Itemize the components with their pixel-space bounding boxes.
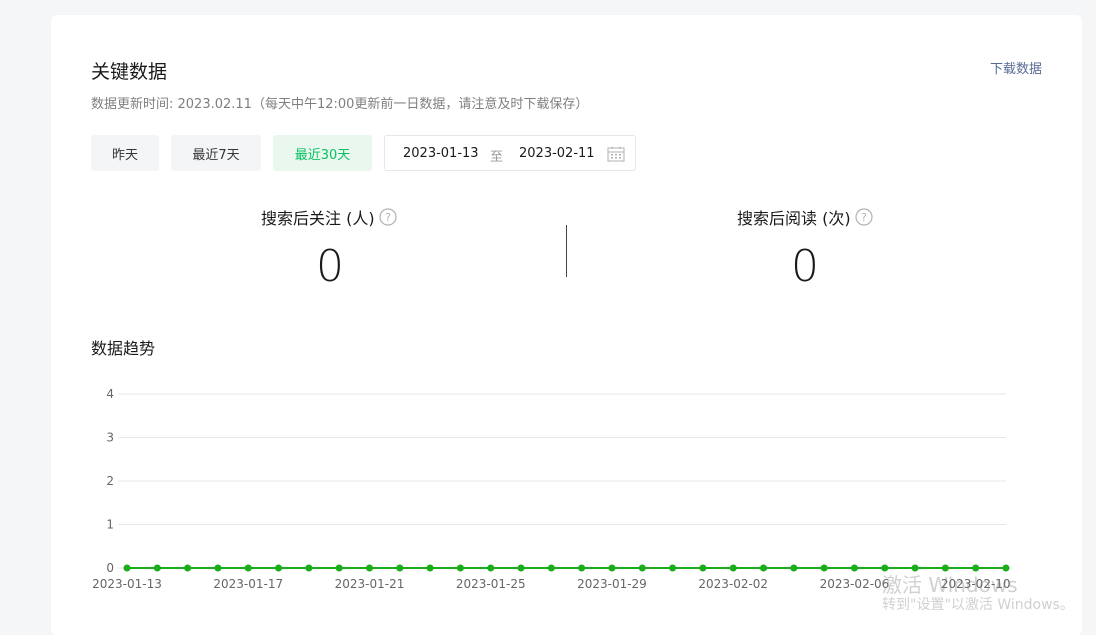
data-point [547,564,555,572]
y-tick-label: 4 [106,387,114,401]
data-point [850,564,858,572]
data-point [820,564,828,572]
data-point [396,564,404,572]
y-tick-label: 0 [106,561,114,575]
x-tick-label: 2023-01-21 [335,577,405,591]
x-tick-label: 2023-01-29 [577,577,647,591]
y-tick-label: 1 [106,518,114,532]
data-point [760,564,768,572]
data-point [729,564,737,572]
data-point [275,564,283,572]
x-tick-label: 2023-01-13 [92,577,162,591]
data-point [578,564,586,572]
data-point [487,564,495,572]
data-point [335,564,343,572]
data-point [214,564,222,572]
windows-watermark-sub: 转到"设置"以激活 Windows。 [882,597,1074,613]
data-point [669,564,677,572]
y-tick-label: 2 [106,474,114,488]
data-point [123,564,131,572]
data-point [608,564,616,572]
data-point [699,564,707,572]
data-point [365,564,373,572]
data-point [456,564,464,572]
x-tick-label: 2023-01-17 [213,577,283,591]
data-point [426,564,434,572]
data-point [305,564,313,572]
data-point [184,564,192,572]
x-tick-label: 2023-02-02 [698,577,768,591]
data-point [517,564,525,572]
trend-line-chart: 0 1 2 3 4 2023-01-13 2023-01-17 2023-01-21 2023-… [92,387,1010,591]
y-tick-label: 3 [106,431,114,445]
data-point [153,564,161,572]
data-point [790,564,798,572]
data-point [638,564,646,572]
x-tick-label: 2023-02-06 [820,577,890,591]
data-point [244,564,252,572]
x-tick-label: 2023-01-25 [456,577,526,591]
